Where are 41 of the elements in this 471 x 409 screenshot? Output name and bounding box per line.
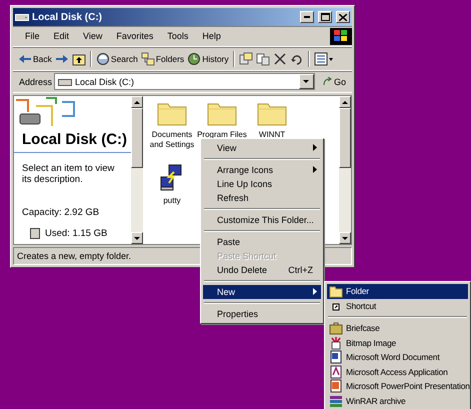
toolbar-button[interactable]: Search — [94, 50, 139, 68]
menu-item[interactable]: Folder — [327, 284, 468, 298]
menu-item[interactable]: Microsoft Word Document — [327, 350, 468, 364]
shortcut-text: Ctrl+Z — [288, 265, 313, 275]
toolbar-button[interactable]: History — [186, 50, 230, 68]
menu-item[interactable]: Refresh — [203, 191, 321, 205]
file-name[interactable]: putty — [163, 196, 181, 206]
menu-item[interactable]: WinRAR archive — [327, 394, 468, 408]
menu-item[interactable]: Help — [196, 29, 227, 43]
menu-item[interactable]: Edit — [48, 29, 76, 43]
file-name[interactable]: Program Files — [197, 130, 247, 140]
description-text: Select an item to view its description. — [22, 163, 116, 185]
toolbar-button[interactable]: Back — [17, 50, 53, 68]
capacity-text: Capacity: 2.92 GB — [22, 207, 100, 218]
toolbar-button[interactable]: Folders — [140, 50, 186, 68]
menu-item[interactable]: Customize This Folder... — [203, 213, 321, 227]
menu-item[interactable]: Favorites — [110, 29, 160, 43]
menu-item[interactable]: Paste — [203, 235, 321, 249]
file-name[interactable]: WINNT — [258, 130, 286, 140]
menu-item[interactable]: Tools — [161, 29, 194, 43]
menu-item[interactable]: Microsoft PowerPoint Presentation — [327, 379, 468, 394]
menu-item[interactable]: View — [203, 141, 321, 155]
menu-item[interactable]: Arrange Icons — [203, 163, 321, 177]
go-button[interactable]: Go — [316, 76, 352, 86]
address-field[interactable]: Local Disk (C:) — [54, 73, 315, 90]
menu-item[interactable]: Bitmap Image — [327, 336, 468, 350]
menu-item[interactable]: New — [203, 285, 321, 299]
menu-item[interactable]: View — [77, 29, 108, 43]
menu-item[interactable]: Briefcase — [327, 321, 468, 336]
menu-item[interactable]: Line Up Icons — [203, 177, 321, 191]
used-space-text: Used: 1.15 GB — [45, 228, 108, 239]
status-text: Creates a new, empty folder. — [17, 251, 132, 261]
menu-item[interactable]: Properties — [203, 307, 321, 321]
menu-item[interactable]: File — [19, 29, 46, 43]
menu-item[interactable]: Shortcut — [327, 298, 468, 313]
panel-heading: Local Disk (C:) — [22, 131, 128, 148]
file-name[interactable]: Documents and Settings — [147, 130, 197, 150]
window-title: Local Disk (C:) — [32, 12, 104, 22]
address-label: Address — [19, 76, 52, 86]
menu-item[interactable]: Microsoft Access Application — [327, 364, 468, 379]
menu-item[interactable]: Undo Delete Ctrl+Z — [203, 263, 321, 277]
